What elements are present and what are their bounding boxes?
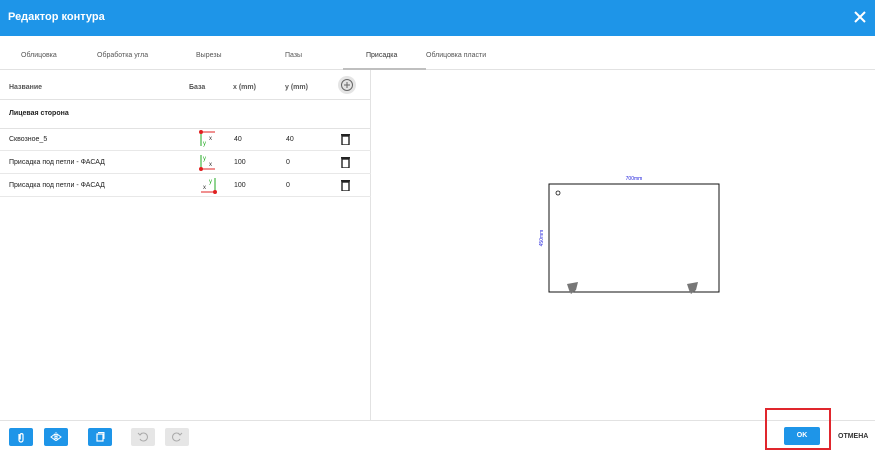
table-row[interactable]: Присадка под петли - ФАСАД x y 100 0 <box>0 175 371 197</box>
close-icon[interactable] <box>851 8 869 26</box>
row-x-value[interactable]: 40 <box>234 136 242 143</box>
row-y-value[interactable]: 40 <box>286 136 294 143</box>
mirror-button[interactable] <box>44 428 68 446</box>
row-y-value[interactable]: 0 <box>286 159 290 166</box>
table-row[interactable]: Присадка под петли - ФАСАД y x 100 0 <box>0 152 371 174</box>
group-label: Лицевая сторона <box>9 110 69 117</box>
tab-cladding[interactable]: Облицовка <box>21 52 57 59</box>
tab-face-cladding[interactable]: Облицовка пласти <box>426 52 486 59</box>
base-corner-icon[interactable]: y x <box>199 153 217 171</box>
window-title: Редактор контура <box>8 11 105 23</box>
footer-divider <box>0 420 875 421</box>
column-header-base: База <box>189 84 206 91</box>
copy-icon <box>96 432 105 442</box>
row-name: Сквозное_5 <box>9 136 48 143</box>
drilling-list-panel: Название База x (mm) y (mm) Лицевая стор… <box>0 70 371 420</box>
ok-button[interactable]: OK <box>784 427 820 445</box>
trash-icon[interactable] <box>341 134 350 146</box>
base-corner-icon[interactable]: x y <box>199 176 217 194</box>
column-header-y: y (mm) <box>285 84 308 91</box>
trash-icon[interactable] <box>341 180 350 192</box>
rotate-left-icon <box>137 432 148 442</box>
panel-outline <box>548 183 720 293</box>
table-row[interactable]: Сквозное_5 x y 40 40 <box>0 129 371 151</box>
svg-text:x: x <box>209 136 212 142</box>
column-header-x: x (mm) <box>233 84 256 91</box>
paperclip-icon <box>18 433 24 443</box>
row-y-value[interactable]: 0 <box>286 182 290 189</box>
svg-text:y: y <box>203 141 206 147</box>
rotate-right-icon <box>172 432 183 442</box>
attach-button[interactable] <box>9 428 33 446</box>
width-dimension-label: 700mm <box>626 176 643 182</box>
tab-grooves[interactable]: Пазы <box>285 52 302 59</box>
mirror-icon <box>50 432 62 442</box>
svg-text:y: y <box>203 156 206 162</box>
row-x-value[interactable]: 100 <box>234 159 246 166</box>
contour-preview-svg[interactable]: 700mm 450mm <box>372 70 875 420</box>
copy-button[interactable] <box>88 428 112 446</box>
rotate-left-button <box>131 428 155 446</box>
svg-text:x: x <box>203 185 206 191</box>
tab-bar: Облицовка Обработка угла Вырезы Пазы При… <box>0 44 875 70</box>
trash-icon[interactable] <box>341 157 350 169</box>
column-header-name: Название <box>9 84 43 91</box>
height-dimension-label: 450mm <box>539 230 545 247</box>
base-corner-icon[interactable]: x y <box>199 130 217 148</box>
add-drilling-button[interactable] <box>338 76 356 94</box>
row-name: Присадка под петли - ФАСАД <box>9 159 105 166</box>
plus-circle-icon <box>341 79 353 91</box>
row-x-value[interactable]: 100 <box>234 182 246 189</box>
tab-drilling[interactable]: Присадка <box>366 52 397 59</box>
cancel-button[interactable]: ОТМЕНА <box>838 433 868 440</box>
row-name: Присадка под петли - ФАСАД <box>9 182 105 189</box>
tab-cutouts[interactable]: Вырезы <box>196 52 222 59</box>
header-divider <box>0 99 371 100</box>
svg-text:x: x <box>209 162 212 168</box>
drill-hole <box>555 190 561 196</box>
title-bar: Редактор контура <box>0 0 875 36</box>
tab-corner-processing[interactable]: Обработка угла <box>97 52 148 59</box>
contour-preview-canvas[interactable]: 700mm 450mm <box>372 70 875 420</box>
svg-text:y: y <box>209 179 212 185</box>
rotate-right-button <box>165 428 189 446</box>
